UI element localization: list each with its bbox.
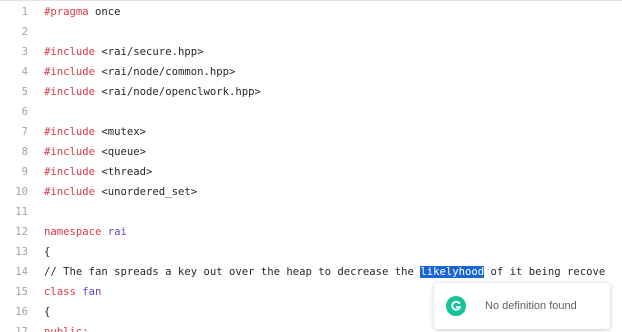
line-code: #include <mutex> — [28, 122, 622, 142]
code-token: <rai/node/common.hpp> — [95, 66, 236, 78]
code-token: class — [44, 286, 76, 298]
line-number[interactable]: 11 — [0, 202, 28, 222]
code-line: 7 #include <mutex> — [0, 122, 622, 142]
code-token: <mutex> — [95, 126, 147, 138]
code-line: 3 #include <rai/secure.hpp> — [0, 42, 622, 62]
line-number[interactable]: 17 — [0, 322, 28, 332]
line-code: #include <unordered_set> — [28, 182, 622, 202]
code-token: #include — [44, 146, 96, 158]
code-line: 14 // The fan spreads a key out over the … — [0, 262, 622, 282]
code-token: #include — [44, 66, 96, 78]
line-number[interactable]: 14 — [0, 262, 28, 282]
grammarly-definition-popup: No definition found — [434, 283, 610, 329]
code-token: #include — [44, 46, 96, 58]
line-code: #include <rai/node/openclwork.hpp> — [28, 82, 622, 102]
line-number[interactable]: 10 — [0, 182, 28, 202]
code-token: #pragma — [44, 6, 89, 18]
code-token: <queue> — [95, 146, 147, 158]
line-number[interactable]: 1 — [0, 2, 28, 22]
line-number[interactable]: 12 — [0, 222, 28, 242]
code-token: // The fan spreads a key out over the he… — [44, 266, 421, 278]
line-code: #include <rai/node/common.hpp> — [28, 62, 622, 82]
code-line: 1 #pragma once — [0, 2, 622, 22]
line-code: #include <queue> — [28, 142, 622, 162]
code-token: <thread> — [95, 166, 153, 178]
line-number[interactable]: 15 — [0, 282, 28, 302]
line-code: namespace rai — [28, 222, 622, 242]
line-code: #include <thread> — [28, 162, 622, 182]
line-number[interactable]: 9 — [0, 162, 28, 182]
code-token: #include — [44, 166, 96, 178]
code-token: #include — [44, 86, 96, 98]
line-number[interactable]: 16 — [0, 302, 28, 322]
code-token: rai — [107, 226, 127, 238]
code-line: 11 — [0, 202, 622, 222]
code-line: 8 #include <queue> — [0, 142, 622, 162]
code-token: public: — [44, 326, 89, 332]
code-line: 6 — [0, 102, 622, 122]
code-token: fan — [82, 286, 102, 298]
line-number[interactable]: 13 — [0, 242, 28, 262]
code-token: { — [44, 246, 51, 258]
line-number[interactable]: 7 — [0, 122, 28, 142]
selected-word: likelyhood — [420, 266, 485, 278]
code-token: of it being recove — [484, 266, 606, 278]
code-token: { — [44, 306, 51, 318]
code-line: 9 #include <thread> — [0, 162, 622, 182]
line-number[interactable]: 8 — [0, 142, 28, 162]
code-line: 10 #include <unordered_set> — [0, 182, 622, 202]
code-line: 12 namespace rai — [0, 222, 622, 242]
code-viewer: 1 #pragma once 2 3 #include <rai/secure.hpp>… — [0, 0, 622, 332]
grammarly-g-glyph — [451, 300, 462, 311]
grammarly-logo-icon[interactable] — [446, 296, 466, 316]
line-number[interactable]: 3 — [0, 42, 28, 62]
code-token: #include — [44, 186, 96, 198]
line-number[interactable]: 6 — [0, 102, 28, 122]
code-token: <unordered_set> — [95, 186, 198, 198]
code-line: 4 #include <rai/node/common.hpp> — [0, 62, 622, 82]
line-code: #include <rai/secure.hpp> — [28, 42, 622, 62]
line-number[interactable]: 5 — [0, 82, 28, 102]
code-line: 5 #include <rai/node/openclwork.hpp> — [0, 82, 622, 102]
code-token: once — [88, 6, 121, 18]
popup-message: No definition found — [485, 300, 577, 312]
line-number[interactable]: 2 — [0, 22, 28, 42]
code-line: 2 — [0, 22, 622, 42]
line-code: { — [28, 242, 622, 262]
line-code: // The fan spreads a key out over the he… — [28, 262, 622, 282]
line-number[interactable]: 4 — [0, 62, 28, 82]
line-code: #pragma once — [28, 2, 622, 22]
code-line: 13 { — [0, 242, 622, 262]
code-token: <rai/node/openclwork.hpp> — [95, 86, 261, 98]
code-token: namespace — [44, 226, 102, 238]
code-token: #include — [44, 126, 96, 138]
code-token: <rai/secure.hpp> — [95, 46, 204, 58]
